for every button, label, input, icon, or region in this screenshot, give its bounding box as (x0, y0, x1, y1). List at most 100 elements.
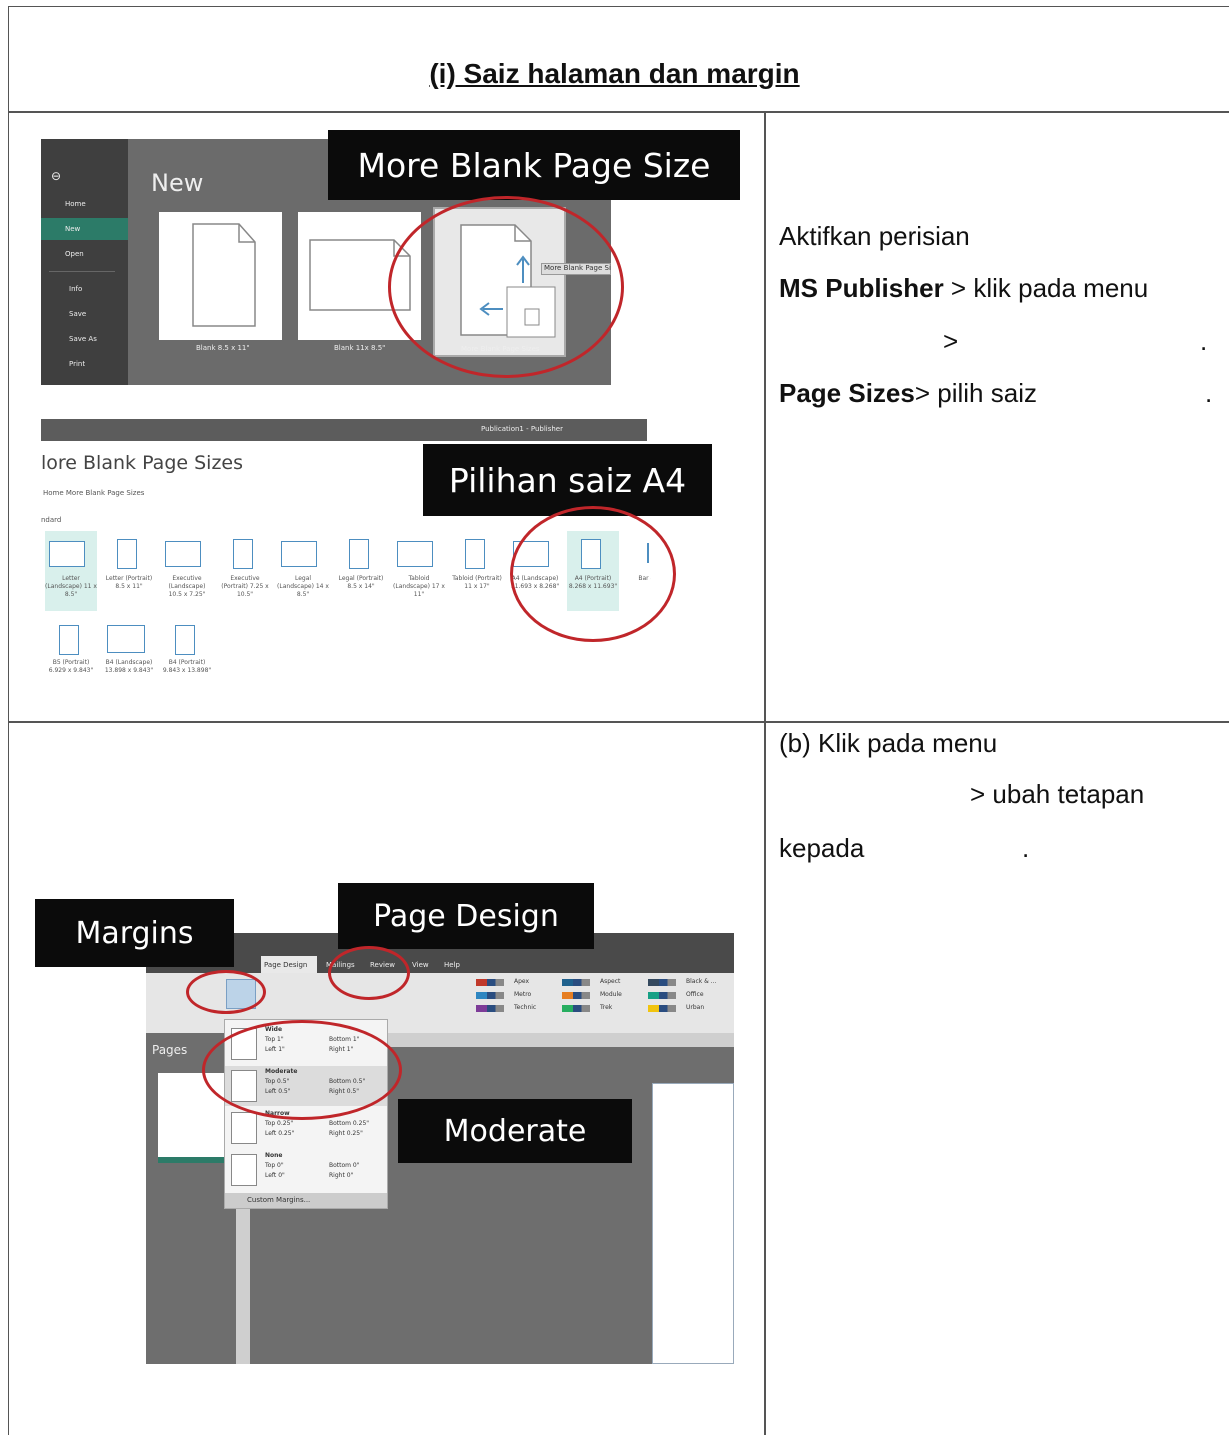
sidebar-item-save[interactable]: Save (69, 310, 86, 318)
callout-page-design: Page Design (338, 883, 594, 949)
page-size-label: B5 (Portrait) 6.929 x 9.843" (48, 659, 94, 674)
color-scheme-gallery[interactable]: Apex Metro Technic Aspect Module Trek Black & … (476, 978, 734, 1019)
page-size-icon (233, 539, 253, 569)
tab-help[interactable]: Help (444, 961, 460, 969)
margin-right-label: Right 0.25" (329, 1130, 363, 1137)
instruction-line: Aktifkan perisian (779, 221, 970, 251)
page-size-option[interactable]: Executive (Landscape) 10.5 x 7.25" (161, 531, 213, 611)
page-size-option[interactable]: Letter (Portrait) 8.5 x 11" (103, 531, 155, 611)
page-size-label: Executive (Portrait) 7.25 x 10.5" (221, 575, 269, 598)
template-label: Blank 8.5 x 11" (196, 344, 250, 352)
back-arrow-icon[interactable]: ⊖ (51, 169, 61, 183)
canvas-page (652, 1083, 734, 1364)
margin-option-none[interactable]: None Top 0" Left 0" Bottom 0" Right 0" (225, 1150, 387, 1190)
callout-moderate: Moderate (398, 1099, 632, 1163)
page-size-icon (107, 625, 145, 653)
sidebar-item-open[interactable]: Open (65, 250, 84, 258)
color-scheme-swatch[interactable] (476, 992, 504, 999)
template-blank-portrait[interactable] (159, 212, 282, 340)
tab-label: Page Design (264, 961, 308, 969)
new-heading: New (151, 169, 204, 197)
color-scheme-swatch[interactable] (476, 1005, 504, 1012)
page-size-label: B4 (Landscape) 13.898 x 9.843" (104, 659, 154, 674)
color-scheme-label: Apex (514, 978, 530, 985)
margin-left-label: Left 0" (265, 1172, 285, 1179)
color-scheme-label: Metro (514, 991, 532, 998)
page-heading: lore Blank Page Sizes (41, 452, 244, 474)
section-title: (i) Saiz halaman dan margin (429, 58, 800, 89)
callout-more-blank-page-size: More Blank Page Size (328, 130, 740, 200)
page-size-label: Tabloid (Landscape) 17 x 11" (393, 575, 445, 598)
sidebar-item-new-highlight[interactable] (41, 218, 128, 240)
page-size-icon (281, 541, 317, 567)
color-scheme-swatch[interactable] (562, 1005, 590, 1012)
sidebar-item-save-as[interactable]: Save As (69, 335, 97, 343)
sidebar-item-home[interactable]: Home (65, 200, 86, 208)
instruction-line: MS Publisher > klik pada menu (779, 273, 1148, 304)
instruction-dot: . (1200, 326, 1208, 356)
color-scheme-label: Trek (600, 1004, 613, 1011)
page-size-option[interactable]: Tabloid (Landscape) 17 x 11" (393, 531, 445, 611)
instruction-line: kepada (779, 833, 865, 863)
tab-view[interactable]: View (412, 961, 429, 969)
margin-top-label: Top 0.25" (265, 1120, 294, 1127)
page-size-label: Tabloid (Portrait) 11 x 17" (452, 575, 502, 590)
sidebar-item-info[interactable]: Info (69, 285, 82, 293)
page-size-option[interactable]: B4 (Landscape) 13.898 x 9.843" (103, 619, 155, 699)
color-scheme-swatch[interactable] (562, 992, 590, 999)
table-divider (8, 111, 1229, 113)
template-label: Blank 11x 8.5" (334, 344, 386, 352)
color-scheme-swatch[interactable] (648, 992, 676, 999)
margin-bottom-label: Bottom 0" (329, 1162, 360, 1169)
page-size-icon (175, 625, 195, 655)
color-scheme-label: Module (600, 991, 622, 998)
instruction-gt: > (943, 326, 959, 356)
breadcrumb[interactable]: Home More Blank Page Sizes (43, 489, 144, 497)
page-size-option[interactable]: B5 (Portrait) 6.929 x 9.843" (45, 619, 97, 699)
margin-preview-icon (231, 1112, 257, 1144)
page-size-label: Legal (Portrait) 8.5 x 14" (338, 575, 384, 590)
page-size-option[interactable]: Legal (Landscape) 14 x 8.5" (277, 531, 329, 611)
sidebar-item-print[interactable]: Print (69, 360, 85, 368)
color-scheme-label: Urban (686, 1004, 705, 1011)
table-divider (8, 721, 1229, 723)
page-size-option[interactable]: B4 (Portrait) 9.843 x 13.898" (161, 619, 213, 699)
margin-bottom-label: Bottom 0.25" (329, 1120, 370, 1127)
page-size-icon (117, 539, 137, 569)
instruction-text: > klik pada menu (943, 273, 1149, 303)
color-scheme-label: Aspect (600, 978, 621, 985)
custom-margins-label: Custom Margins... (247, 1196, 311, 1204)
bold-term: Page Sizes (779, 378, 915, 408)
page-size-icon (349, 539, 369, 569)
margin-left-label: Left 0.25" (265, 1130, 295, 1137)
color-scheme-swatch[interactable] (648, 1005, 676, 1012)
callout-margins: Margins (35, 899, 234, 967)
sidebar-divider (49, 271, 115, 272)
instruction-line: > ubah tetapan (970, 779, 1145, 809)
color-scheme-swatch[interactable] (562, 979, 590, 986)
color-scheme-swatch[interactable] (648, 979, 676, 986)
page-size-label: Executive (Landscape) 10.5 x 7.25" (168, 575, 206, 598)
sidebar-item-new[interactable]: New (65, 225, 80, 233)
page-size-icon (165, 541, 201, 567)
highlight-circle (388, 196, 624, 378)
page-size-option[interactable]: Tabloid (Portrait) 11 x 17" (451, 531, 503, 611)
color-scheme-label: Black & ... (686, 978, 717, 985)
color-scheme-label: Technic (514, 1004, 537, 1011)
margin-name-label: None (265, 1152, 283, 1159)
page-size-icon (59, 625, 79, 655)
margin-right-label: Right 0" (329, 1172, 354, 1179)
bold-term: MS Publisher (779, 273, 944, 303)
margin-top-label: Top 0" (265, 1162, 284, 1169)
instruction-dot: . (1205, 378, 1213, 408)
margin-preview-icon (231, 1154, 257, 1186)
page-size-option[interactable]: Legal (Portrait) 8.5 x 14" (335, 531, 387, 611)
titlebar-text: Publication1 - Publisher (481, 425, 563, 433)
page-size-label: Letter (Landscape) 11 x 8.5" (45, 575, 97, 598)
page-size-label: B4 (Portrait) 9.843 x 13.898" (162, 659, 212, 674)
page-size-option[interactable]: Executive (Portrait) 7.25 x 10.5" (219, 531, 271, 611)
page-size-option[interactable]: Letter (Landscape) 11 x 8.5" (45, 531, 97, 611)
instruction-text: > pilih saiz (914, 378, 1037, 408)
color-scheme-swatch[interactable] (476, 979, 504, 986)
page-size-icon (49, 541, 85, 567)
